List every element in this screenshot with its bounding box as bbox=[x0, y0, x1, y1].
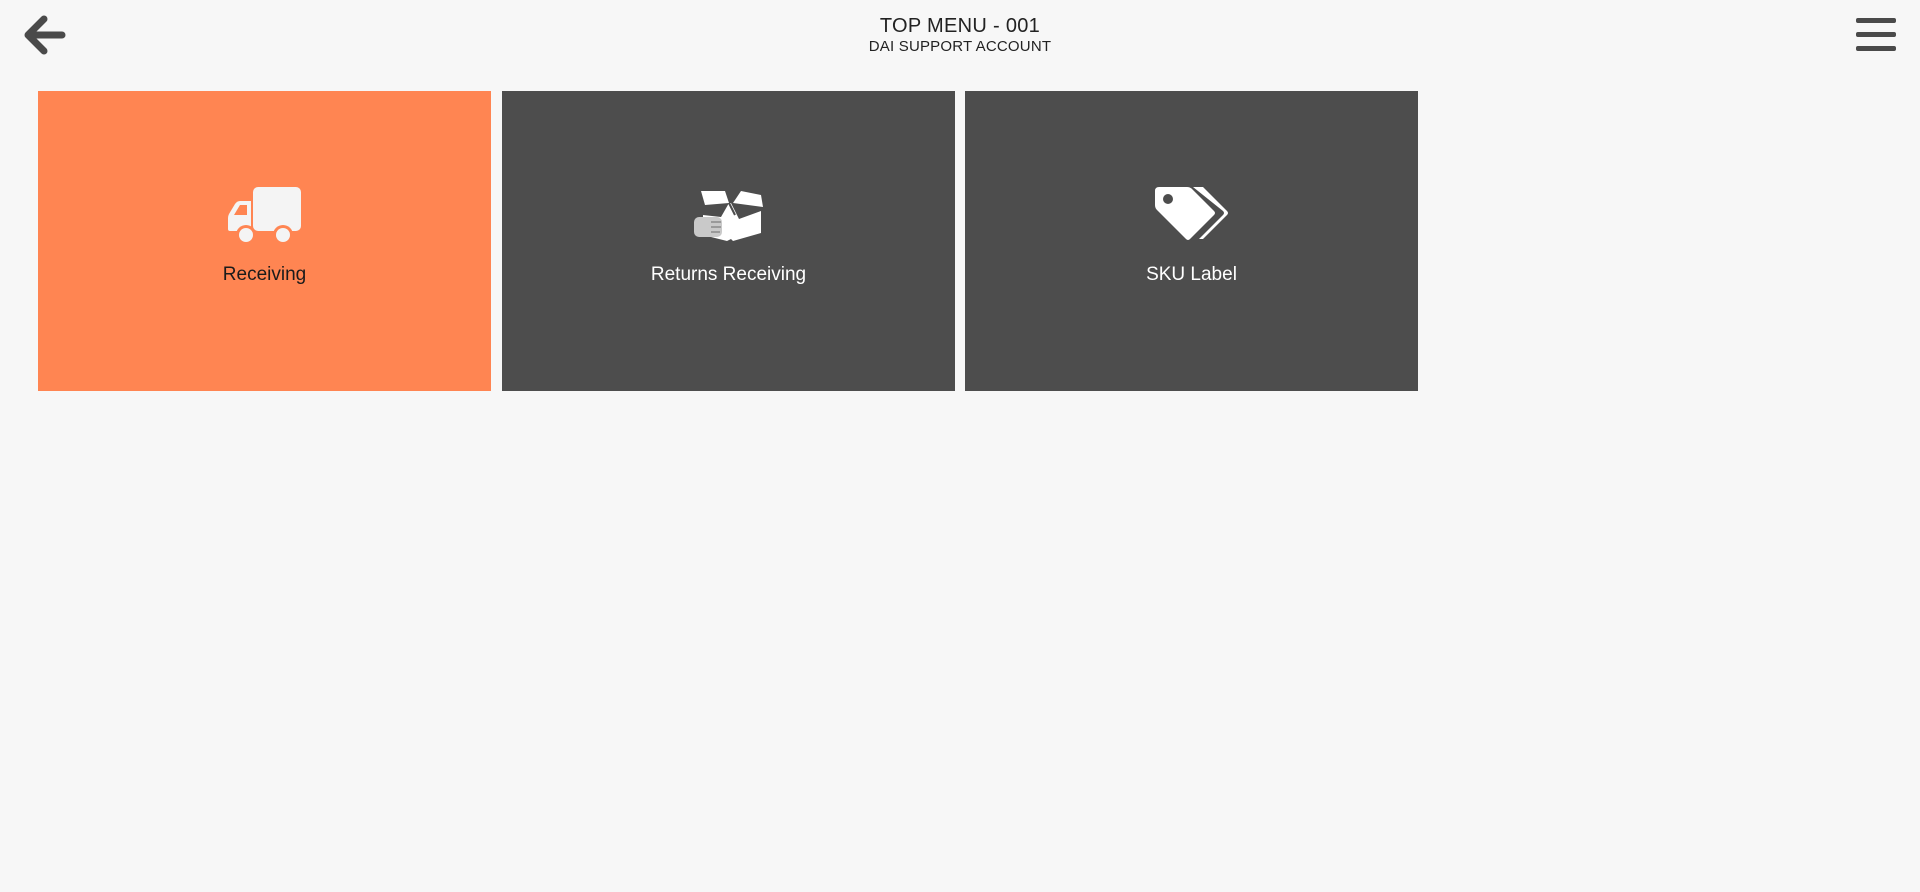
tile-receiving[interactable]: Receiving bbox=[38, 91, 491, 391]
page-title: TOP MENU - 001 bbox=[879, 15, 1041, 37]
tile-label: SKU Label bbox=[1146, 264, 1237, 285]
truck-icon bbox=[227, 187, 301, 245]
back-button[interactable] bbox=[18, 12, 70, 58]
menu-button[interactable] bbox=[1850, 12, 1902, 58]
tile-label: Returns Receiving bbox=[650, 264, 807, 285]
tile-label: Receiving bbox=[222, 264, 307, 285]
arrow-left-icon bbox=[24, 15, 66, 55]
tile-returns-receiving[interactable]: Returns Receiving bbox=[502, 91, 955, 391]
account-subtitle: DAI SUPPORT ACCOUNT bbox=[868, 38, 1052, 55]
tile-sku-label[interactable]: SKU Label bbox=[965, 91, 1418, 391]
header: TOP MENU - 001 DAI SUPPORT ACCOUNT bbox=[0, 0, 1920, 80]
tags-icon bbox=[1154, 187, 1228, 240]
open-box-icon bbox=[693, 191, 763, 241]
hamburger-menu-icon bbox=[1856, 18, 1896, 51]
header-title-block: TOP MENU - 001 DAI SUPPORT ACCOUNT bbox=[660, 14, 1260, 56]
